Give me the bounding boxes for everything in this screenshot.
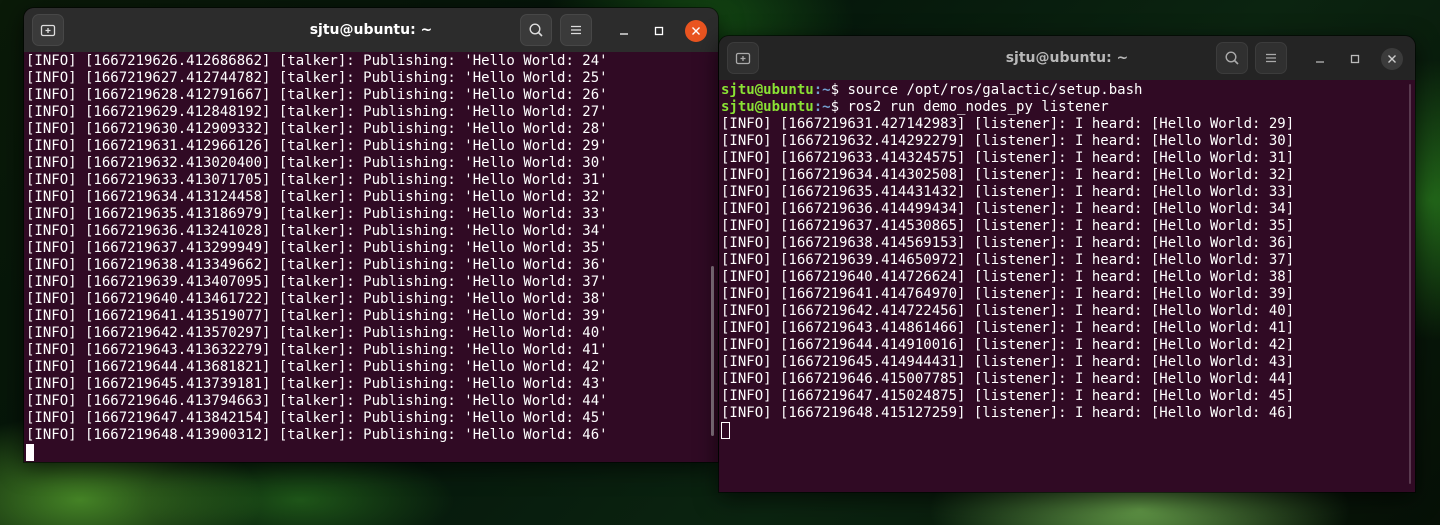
log-line: [INFO] [1667219633.413071705] [talker]: … [26,172,608,188]
log-line: [INFO] [1667219638.414569153] [listener]… [721,235,1295,251]
maximize-icon [1350,54,1360,64]
hamburger-menu-icon [1266,53,1276,63]
log-line: [INFO] [1667219644.413681821] [talker]: … [26,359,608,375]
terminal-window-listener[interactable]: sjtu@ubuntu: ~ sjtu@ubuntu:~$ source /op… [719,36,1415,492]
maximize-button[interactable] [648,20,670,42]
prompt-line[interactable] [721,422,1415,439]
log-line: [INFO] [1667219641.413519077] [talker]: … [26,308,608,324]
log-line: [INFO] [1667219643.414861466] [listener]… [721,320,1295,336]
close-icon [1388,55,1396,63]
menu-button[interactable] [1255,42,1287,74]
log-line: [INFO] [1667219644.414910016] [listener]… [721,337,1295,353]
window-titlebar[interactable]: sjtu@ubuntu: ~ [24,8,718,53]
log-line: [INFO] [1667219632.414292279] [listener]… [721,133,1295,149]
log-line: [INFO] [1667219647.415024875] [listener]… [721,388,1295,404]
text-cursor [26,444,34,461]
scrollbar[interactable] [1409,84,1411,484]
log-line: [INFO] [1667219642.413570297] [talker]: … [26,325,608,341]
log-line: [INFO] [1667219631.412966126] [talker]: … [26,138,608,154]
log-line: [INFO] [1667219630.412909332] [talker]: … [26,121,608,137]
maximize-icon [654,26,664,36]
terminal-output[interactable]: [INFO] [1667219626.412686862] [talker]: … [24,52,718,462]
log-line: [INFO] [1667219634.414302508] [listener]… [721,167,1295,183]
search-icon [1225,51,1239,65]
prompt-user: sjtu@ubuntu [721,99,814,115]
minimize-button[interactable] [1309,48,1331,70]
log-line: [INFO] [1667219642.414722456] [listener]… [721,303,1295,319]
log-line: [INFO] [1667219645.413739181] [talker]: … [26,376,608,392]
log-line: [INFO] [1667219634.413124458] [talker]: … [26,189,608,205]
log-line: [INFO] [1667219648.413900312] [talker]: … [26,427,608,443]
scrollbar[interactable] [711,266,714,436]
search-icon [529,23,543,37]
close-icon [692,27,700,35]
text-cursor [721,422,730,439]
log-line: [INFO] [1667219635.414431432] [listener]… [721,184,1295,200]
command-line: sjtu@ubuntu:~$ source /opt/ros/galactic/… [721,82,1415,99]
log-line: [INFO] [1667219646.415007785] [listener]… [721,371,1295,387]
minimize-icon [620,33,628,35]
terminal-window-talker[interactable]: sjtu@ubuntu: ~ [INFO] [1667219626.412686… [24,8,718,462]
log-line: [INFO] [1667219639.413407095] [talker]: … [26,274,608,290]
log-line: [INFO] [1667219643.413632279] [talker]: … [26,342,608,358]
command-text: ros2 run demo_nodes_py listener [839,99,1109,115]
minimize-icon [1316,61,1324,63]
prompt-user: sjtu@ubuntu [721,82,814,98]
log-line: [INFO] [1667219631.427142983] [listener]… [721,116,1295,132]
prompt-path: :~ [813,99,831,115]
log-line: [INFO] [1667219636.413241028] [talker]: … [26,223,608,239]
log-line: [INFO] [1667219637.414530865] [listener]… [721,218,1295,234]
log-line: [INFO] [1667219646.413794663] [talker]: … [26,393,608,409]
prompt-line[interactable] [26,444,718,461]
log-line: [INFO] [1667219628.412791667] [talker]: … [26,87,608,103]
log-line: [INFO] [1667219647.413842154] [talker]: … [26,410,608,426]
log-line: [INFO] [1667219648.415127259] [listener]… [721,405,1295,421]
log-line: [INFO] [1667219632.413020400] [talker]: … [26,155,608,171]
command-line: sjtu@ubuntu:~$ ros2 run demo_nodes_py li… [721,99,1415,116]
close-button[interactable] [685,20,707,42]
close-button[interactable] [1381,48,1403,70]
log-line: [INFO] [1667219639.414650972] [listener]… [721,252,1295,268]
search-button[interactable] [520,14,552,46]
hamburger-menu-icon [571,25,581,35]
maximize-button[interactable] [1344,48,1366,70]
log-line: [INFO] [1667219633.414324575] [listener]… [721,150,1295,166]
menu-button[interactable] [560,14,592,46]
log-line: [INFO] [1667219629.412848192] [talker]: … [26,104,608,120]
log-line: [INFO] [1667219641.414764970] [listener]… [721,286,1295,302]
search-button[interactable] [1216,42,1248,74]
log-line: [INFO] [1667219640.413461722] [talker]: … [26,291,608,307]
prompt-symbol: $ [830,99,840,115]
prompt-path: :~ [813,82,831,98]
window-titlebar[interactable]: sjtu@ubuntu: ~ [719,36,1415,81]
prompt-symbol: $ [830,82,840,98]
minimize-button[interactable] [613,20,635,42]
log-line: [INFO] [1667219626.412686862] [talker]: … [26,53,608,69]
log-line: [INFO] [1667219637.413299949] [talker]: … [26,240,608,256]
log-line: [INFO] [1667219640.414726624] [listener]… [721,269,1295,285]
log-line: [INFO] [1667219638.413349662] [talker]: … [26,257,608,273]
log-line: [INFO] [1667219627.412744782] [talker]: … [26,70,608,86]
terminal-output[interactable]: sjtu@ubuntu:~$ source /opt/ros/galactic/… [719,80,1415,492]
log-line: [INFO] [1667219635.413186979] [talker]: … [26,206,608,222]
log-line: [INFO] [1667219645.414944431] [listener]… [721,354,1295,370]
log-line: [INFO] [1667219636.414499434] [listener]… [721,201,1295,217]
command-text: source /opt/ros/galactic/setup.bash [839,82,1143,98]
